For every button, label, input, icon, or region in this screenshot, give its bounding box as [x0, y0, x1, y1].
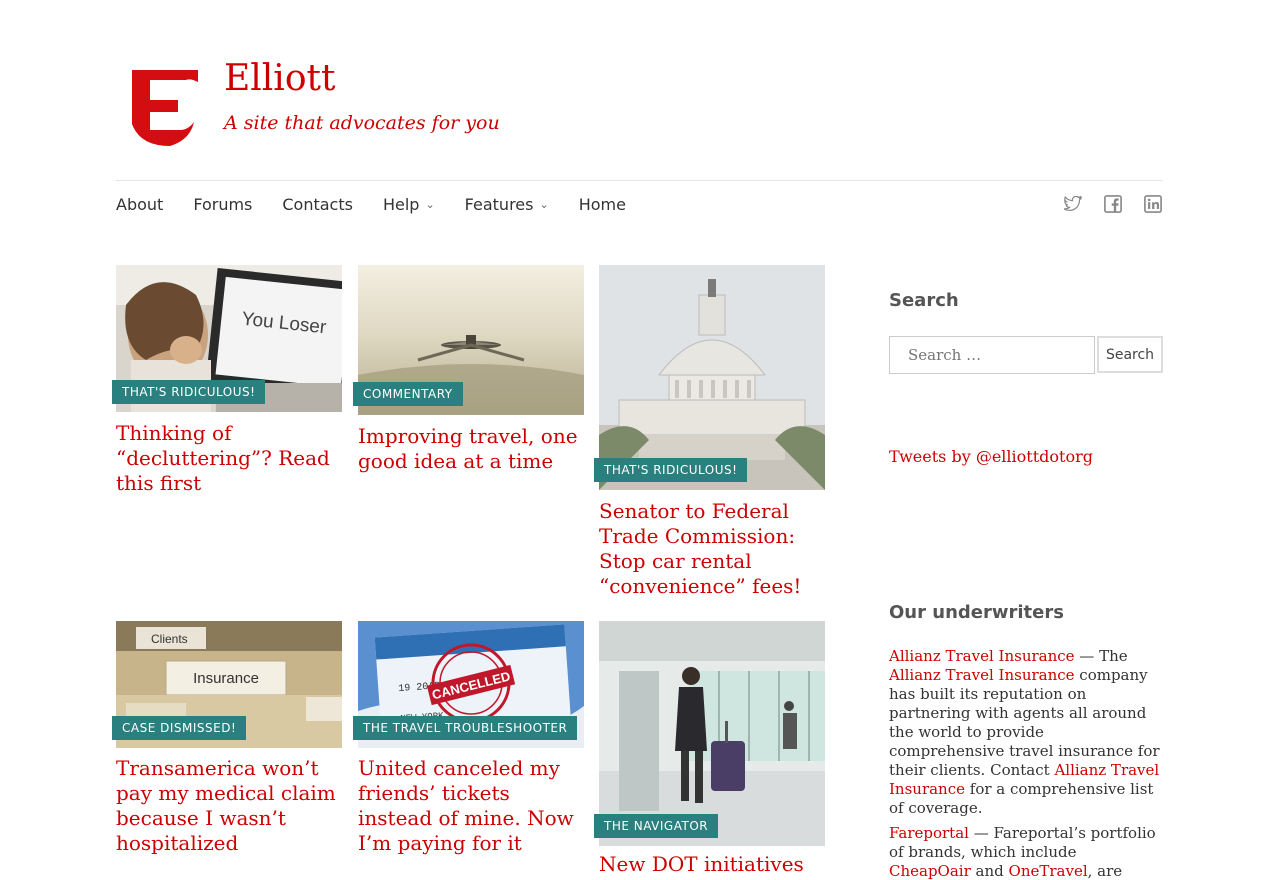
category-badge[interactable]: THE NAVIGATOR	[594, 814, 719, 838]
category-badge[interactable]: THAT'S RIDICULOUS!	[112, 380, 266, 404]
category-badge[interactable]: THAT'S RIDICULOUS!	[594, 458, 748, 482]
post-image[interactable]	[599, 621, 825, 846]
underwriter-fareportal: Fareportal — Fareportal’s portfolio of b…	[889, 824, 1156, 880]
nav-item-features[interactable]: Features ⌄	[465, 195, 549, 214]
linkedin-icon[interactable]	[1143, 194, 1163, 214]
post-title[interactable]: New DOT initiatives	[599, 852, 829, 877]
onetravel-link[interactable]: OneTravel	[1009, 862, 1088, 880]
main-nav: About Forums Contacts Help ⌄ Features ⌄ Ho…	[116, 193, 656, 215]
nav-item-forums[interactable]: Forums	[193, 195, 252, 214]
site-title[interactable]: Elliott	[224, 58, 335, 99]
underwriter-allianz: Allianz Travel Insurance — The Allianz T…	[889, 647, 1160, 817]
post-title[interactable]: Thinking of “decluttering”? Read this fi…	[116, 421, 346, 496]
site-tagline: A site that advocates for you	[224, 112, 500, 134]
nav-item-home[interactable]: Home	[579, 195, 626, 214]
allianz-link[interactable]: Allianz Travel Insurance	[889, 666, 1075, 684]
facebook-icon[interactable]	[1103, 194, 1123, 214]
search-button[interactable]: Search	[1097, 336, 1163, 373]
search-heading: Search	[889, 290, 959, 311]
category-badge[interactable]: THE TRAVEL TROUBLESHOOTER	[353, 716, 578, 740]
underwriters-heading: Our underwriters	[889, 602, 1064, 623]
nav-item-about[interactable]: About	[116, 195, 163, 214]
image-caption: Insurance	[193, 670, 259, 687]
post-image[interactable]	[599, 265, 825, 490]
fareportal-link[interactable]: Fareportal	[889, 824, 969, 842]
nav-divider	[116, 180, 1163, 181]
post-title[interactable]: Transamerica won’t pay my medical claim …	[116, 756, 346, 856]
post-title[interactable]: United canceled my friends’ tickets inst…	[358, 756, 588, 856]
nav-item-contacts[interactable]: Contacts	[282, 195, 353, 214]
cheapoair-link[interactable]: CheapOair	[889, 862, 971, 880]
site-logo[interactable]	[130, 68, 200, 148]
tweets-link[interactable]: Tweets by @elliottdotorg	[889, 447, 1093, 466]
allianz-link[interactable]: Allianz Travel Insurance	[889, 647, 1075, 665]
category-badge[interactable]: COMMENTARY	[353, 382, 463, 406]
search-input[interactable]	[889, 336, 1095, 374]
post-title[interactable]: Improving travel, one good idea at a tim…	[358, 424, 588, 474]
chevron-down-icon: ⌄	[539, 197, 549, 211]
category-badge[interactable]: CASE DISMISSED!	[112, 716, 247, 740]
twitter-icon[interactable]	[1063, 194, 1083, 214]
chevron-down-icon: ⌄	[425, 197, 435, 211]
svg-text:Clients: Clients	[151, 632, 188, 646]
post-title[interactable]: Senator to Federal Trade Commission: Sto…	[599, 499, 829, 599]
nav-item-help[interactable]: Help ⌄	[383, 195, 435, 214]
